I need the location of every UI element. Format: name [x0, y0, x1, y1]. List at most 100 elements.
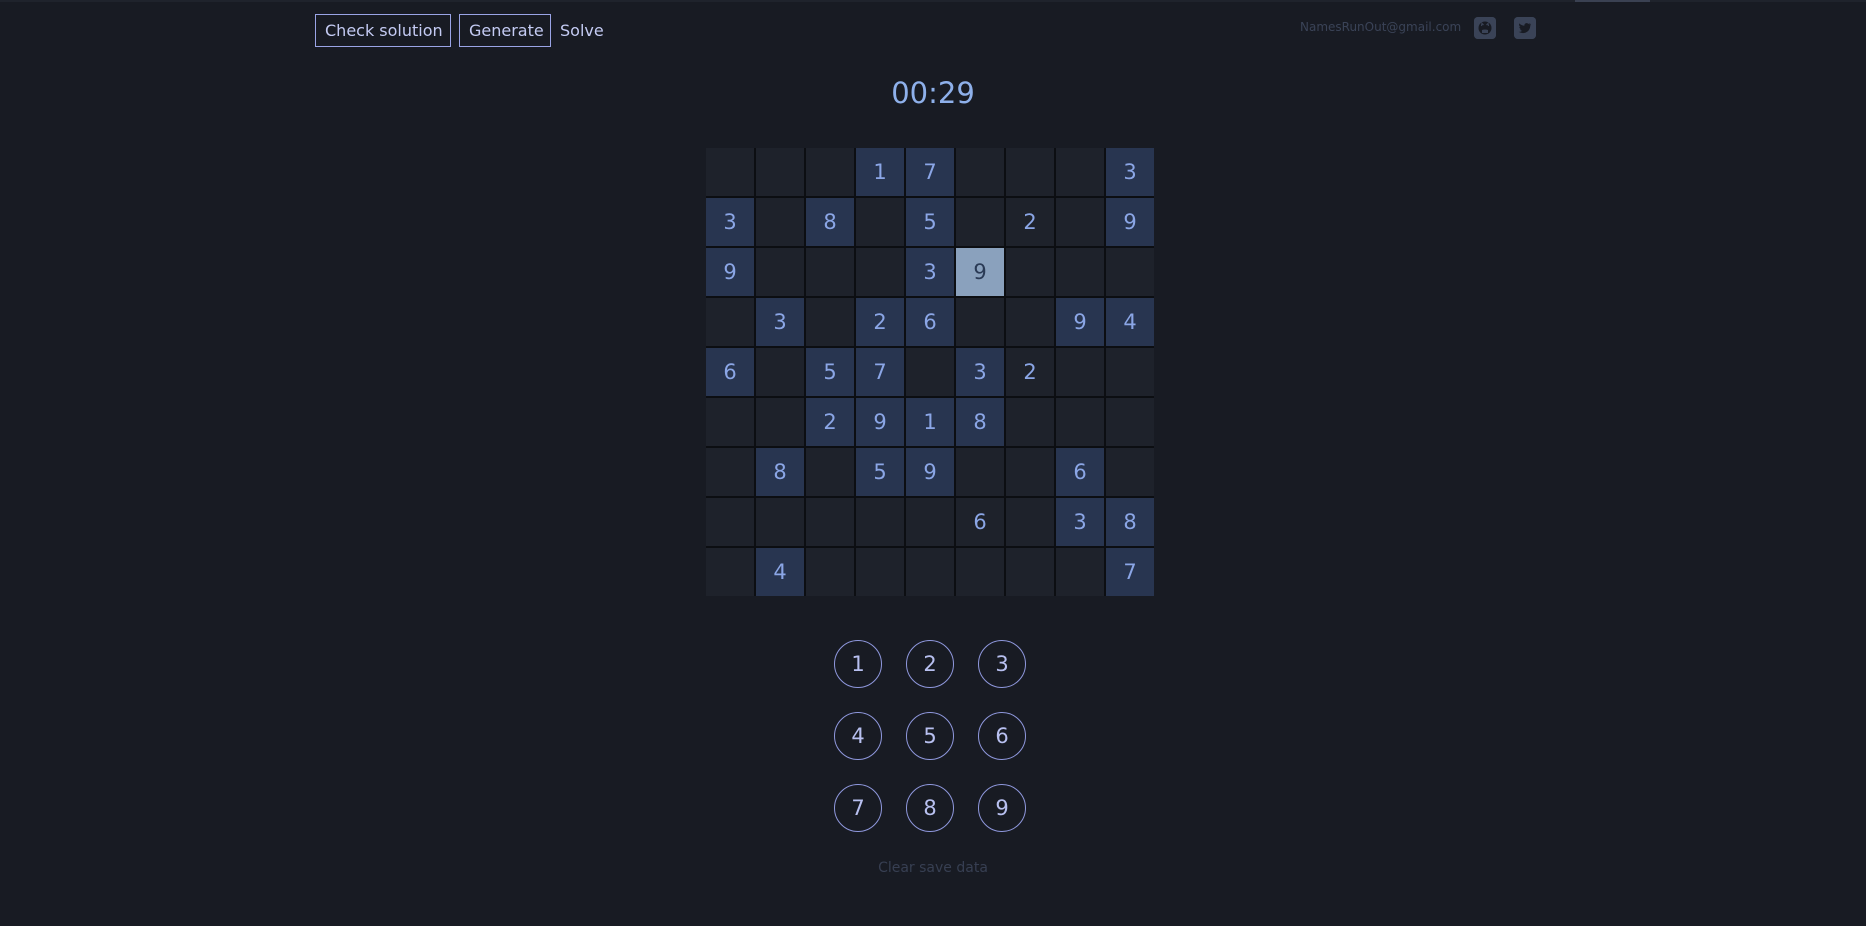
sudoku-cell-r8-c8[interactable]: 3 — [1056, 498, 1104, 546]
sudoku-cell-r8-c7[interactable] — [1006, 498, 1054, 546]
numpad-button-8[interactable]: 8 — [906, 784, 954, 832]
sudoku-cell-r4-c2[interactable]: 3 — [756, 298, 804, 346]
sudoku-cell-r2-c9[interactable]: 9 — [1106, 198, 1154, 246]
sudoku-cell-r9-c5[interactable] — [906, 548, 954, 596]
sudoku-cell-r1-c9[interactable]: 3 — [1106, 148, 1154, 196]
sudoku-cell-r9-c6[interactable] — [956, 548, 1004, 596]
sudoku-cell-r2-c7[interactable]: 2 — [1006, 198, 1054, 246]
numpad-button-1[interactable]: 1 — [834, 640, 882, 688]
sudoku-cell-r1-c2[interactable] — [756, 148, 804, 196]
numpad-button-7[interactable]: 7 — [834, 784, 882, 832]
sudoku-cell-r6-c5[interactable]: 1 — [906, 398, 954, 446]
sudoku-cell-r4-c3[interactable] — [806, 298, 854, 346]
sudoku-cell-r4-c6[interactable] — [956, 298, 1004, 346]
sudoku-cell-r2-c5[interactable]: 5 — [906, 198, 954, 246]
sudoku-cell-r8-c5[interactable] — [906, 498, 954, 546]
solve-button[interactable]: Solve — [560, 14, 604, 47]
sudoku-cell-r3-c3[interactable] — [806, 248, 854, 296]
numpad-button-4[interactable]: 4 — [834, 712, 882, 760]
sudoku-cell-r8-c9[interactable]: 8 — [1106, 498, 1154, 546]
sudoku-cell-r7-c2[interactable]: 8 — [756, 448, 804, 496]
sudoku-cell-r2-c3[interactable]: 8 — [806, 198, 854, 246]
sudoku-cell-r6-c7[interactable] — [1006, 398, 1054, 446]
numpad-button-9[interactable]: 9 — [978, 784, 1026, 832]
sudoku-cell-r4-c9[interactable]: 4 — [1106, 298, 1154, 346]
sudoku-cell-r3-c4[interactable] — [856, 248, 904, 296]
sudoku-cell-r4-c1[interactable] — [706, 298, 754, 346]
numpad-button-3[interactable]: 3 — [978, 640, 1026, 688]
sudoku-cell-r2-c6[interactable] — [956, 198, 1004, 246]
github-icon[interactable] — [1474, 17, 1496, 39]
sudoku-cell-r5-c3[interactable]: 5 — [806, 348, 854, 396]
sudoku-cell-r1-c8[interactable] — [1056, 148, 1104, 196]
sudoku-cell-r7-c6[interactable] — [956, 448, 1004, 496]
sudoku-cell-r4-c7[interactable] — [1006, 298, 1054, 346]
sudoku-cell-r6-c8[interactable] — [1056, 398, 1104, 446]
sudoku-cell-r3-c7[interactable] — [1006, 248, 1054, 296]
sudoku-cell-r3-c8[interactable] — [1056, 248, 1104, 296]
sudoku-cell-r3-c9[interactable] — [1106, 248, 1154, 296]
sudoku-cell-r6-c2[interactable] — [756, 398, 804, 446]
numpad-button-6[interactable]: 6 — [978, 712, 1026, 760]
sudoku-cell-r3-c5[interactable]: 3 — [906, 248, 954, 296]
sudoku-cell-r1-c7[interactable] — [1006, 148, 1054, 196]
generate-button[interactable]: Generate — [459, 14, 551, 47]
sudoku-cell-r7-c5[interactable]: 9 — [906, 448, 954, 496]
top-strip — [0, 0, 1866, 2]
sudoku-cell-r5-c9[interactable] — [1106, 348, 1154, 396]
sudoku-cell-r1-c5[interactable]: 7 — [906, 148, 954, 196]
sudoku-cell-r8-c1[interactable] — [706, 498, 754, 546]
sudoku-cell-r9-c1[interactable] — [706, 548, 754, 596]
sudoku-cell-r7-c1[interactable] — [706, 448, 754, 496]
sudoku-cell-r4-c8[interactable]: 9 — [1056, 298, 1104, 346]
contact-email[interactable]: NamesRunOut@gmail.com — [1300, 20, 1461, 34]
sudoku-cell-r2-c2[interactable] — [756, 198, 804, 246]
sudoku-cell-r9-c9[interactable]: 7 — [1106, 548, 1154, 596]
sudoku-cell-r2-c8[interactable] — [1056, 198, 1104, 246]
sudoku-cell-r1-c4[interactable]: 1 — [856, 148, 904, 196]
sudoku-cell-r8-c3[interactable] — [806, 498, 854, 546]
numpad-button-2[interactable]: 2 — [906, 640, 954, 688]
clear-save-data-button[interactable]: Clear save data — [0, 860, 1866, 876]
sudoku-cell-r7-c4[interactable]: 5 — [856, 448, 904, 496]
sudoku-cell-r6-c6[interactable]: 8 — [956, 398, 1004, 446]
numpad-button-5[interactable]: 5 — [906, 712, 954, 760]
sudoku-cell-r1-c1[interactable] — [706, 148, 754, 196]
sudoku-cell-r2-c1[interactable]: 3 — [706, 198, 754, 246]
sudoku-cell-r6-c3[interactable]: 2 — [806, 398, 854, 446]
sudoku-cell-r8-c4[interactable] — [856, 498, 904, 546]
sudoku-cell-r6-c9[interactable] — [1106, 398, 1154, 446]
sudoku-cell-r5-c6[interactable]: 3 — [956, 348, 1004, 396]
sudoku-cell-r5-c7[interactable]: 2 — [1006, 348, 1054, 396]
sudoku-cell-r2-c4[interactable] — [856, 198, 904, 246]
check-solution-button[interactable]: Check solution — [315, 14, 451, 47]
sudoku-cell-r6-c1[interactable] — [706, 398, 754, 446]
sudoku-cell-r1-c6[interactable] — [956, 148, 1004, 196]
sudoku-cell-r8-c6[interactable]: 6 — [956, 498, 1004, 546]
sudoku-cell-r1-c3[interactable] — [806, 148, 854, 196]
sudoku-cell-r6-c4[interactable]: 9 — [856, 398, 904, 446]
sudoku-cell-r4-c5[interactable]: 6 — [906, 298, 954, 346]
sudoku-cell-r3-c1[interactable]: 9 — [706, 248, 754, 296]
sudoku-cell-r4-c4[interactable]: 2 — [856, 298, 904, 346]
sudoku-cell-r5-c8[interactable] — [1056, 348, 1104, 396]
sudoku-cell-r9-c3[interactable] — [806, 548, 854, 596]
sudoku-cell-r9-c2[interactable]: 4 — [756, 548, 804, 596]
sudoku-cell-r3-c6[interactable]: 9 — [956, 248, 1004, 296]
timer: 00:29 — [891, 76, 975, 110]
sudoku-cell-r5-c5[interactable] — [906, 348, 954, 396]
sudoku-cell-r5-c1[interactable]: 6 — [706, 348, 754, 396]
sudoku-cell-r9-c8[interactable] — [1056, 548, 1104, 596]
sudoku-cell-r9-c4[interactable] — [856, 548, 904, 596]
sudoku-cell-r9-c7[interactable] — [1006, 548, 1054, 596]
sudoku-cell-r8-c2[interactable] — [756, 498, 804, 546]
top-strip-accent — [1575, 0, 1650, 2]
sudoku-cell-r5-c4[interactable]: 7 — [856, 348, 904, 396]
sudoku-cell-r7-c8[interactable]: 6 — [1056, 448, 1104, 496]
sudoku-cell-r7-c3[interactable] — [806, 448, 854, 496]
sudoku-cell-r5-c2[interactable] — [756, 348, 804, 396]
twitter-icon[interactable] — [1514, 17, 1536, 39]
sudoku-cell-r7-c9[interactable] — [1106, 448, 1154, 496]
sudoku-cell-r3-c2[interactable] — [756, 248, 804, 296]
sudoku-cell-r7-c7[interactable] — [1006, 448, 1054, 496]
